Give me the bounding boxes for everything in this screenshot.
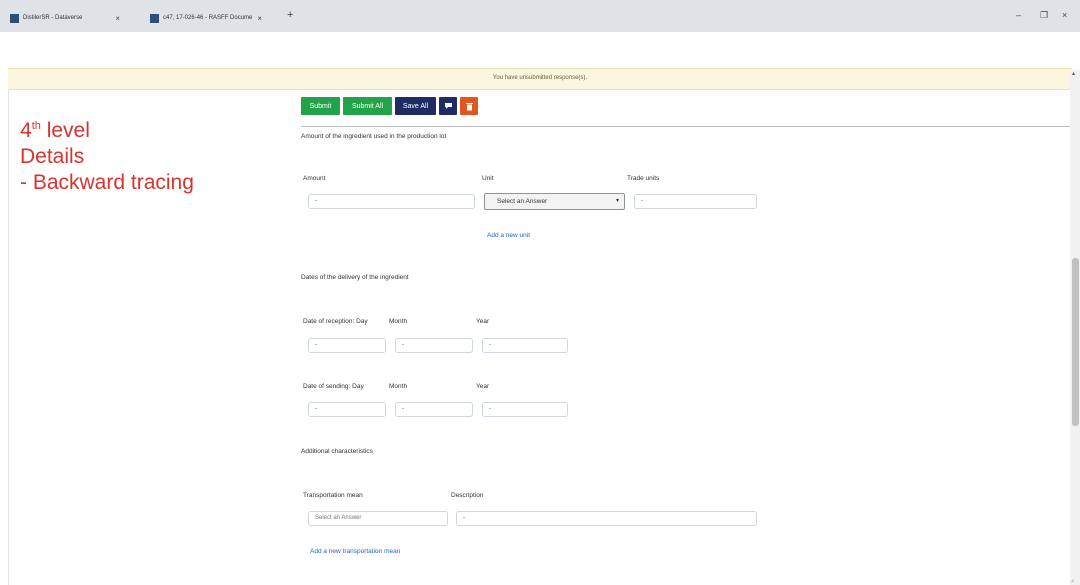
browser-tab-rasff[interactable]: c47, 17-026-46 - RASFF Docume × (150, 9, 262, 27)
sending-year-label: Year (476, 383, 490, 390)
scroll-up-icon[interactable]: ▴ (1072, 70, 1075, 77)
heading-line-2: Details (20, 145, 85, 168)
close-icon[interactable]: × (257, 14, 262, 23)
slide-heading: 4th level Details - Backward tracing (20, 118, 194, 196)
browser-tab-distillersr[interactable]: DistilerSR - Dataverse × (10, 9, 120, 27)
scrollbar-thumb[interactable] (1072, 258, 1079, 426)
tab-label: c47, 17-026-46 - RASFF Docume (163, 15, 253, 21)
add-transport-link[interactable]: Add a new transportation mean (310, 548, 400, 555)
comment-button[interactable] (439, 97, 457, 115)
additional-section-title: Additional characteristics (301, 448, 373, 455)
reception-day-input[interactable]: - (308, 338, 386, 353)
sending-year-input[interactable]: - (482, 402, 568, 417)
heading-line-3: - Backward tracing (20, 171, 194, 194)
sending-month-label: Month (389, 383, 408, 390)
reception-year-label: Year (476, 318, 490, 325)
amount-label: Amount (303, 175, 326, 182)
heading-line-1: 4th level (20, 119, 90, 142)
unsubmitted-banner: You have unsubmitted response(s). (8, 68, 1072, 90)
unit-select[interactable]: Select an Answer ▾ (484, 193, 625, 210)
new-tab-button[interactable]: + (287, 9, 293, 21)
form-toolbar: Submit Submit All Save All (301, 97, 478, 115)
browser-tab-bar: DistilerSR - Dataverse × c47, 17-026-46 … (0, 0, 1080, 32)
amount-section-title: Amount of the ingredient used in the pro… (301, 133, 447, 140)
sending-day-input[interactable]: - (308, 402, 386, 417)
left-divider (8, 89, 9, 585)
trade-units-label: Trade units (627, 175, 660, 182)
reception-year-input[interactable]: - (482, 338, 568, 353)
trash-icon (465, 102, 473, 110)
trade-units-input[interactable]: - (634, 194, 757, 209)
amount-input[interactable]: - (308, 194, 475, 209)
minimize-button[interactable]: – (1016, 10, 1021, 20)
reception-month-input[interactable]: - (395, 338, 473, 353)
submit-button[interactable]: Submit (301, 97, 340, 115)
unit-select-value: Select an Answer (497, 198, 548, 205)
delete-button[interactable] (460, 97, 478, 115)
tab-label: DistilerSR - Dataverse (23, 15, 83, 21)
transport-label: Transportation mean (303, 492, 363, 499)
reception-month-label: Month (389, 318, 408, 325)
comment-icon (444, 103, 452, 109)
close-icon[interactable]: × (115, 14, 120, 23)
submit-all-button[interactable]: Submit All (343, 97, 392, 115)
dates-section-title: Dates of the delivery of the ingredient (301, 274, 409, 281)
reception-day-label: Date of reception: Day (303, 318, 368, 325)
banner-text: You have unsubmitted response(s). (492, 75, 588, 81)
unit-label: Unit (482, 175, 494, 182)
save-all-button[interactable]: Save All (395, 97, 436, 115)
chevron-down-icon: ▾ (615, 198, 619, 204)
transport-select[interactable]: Select an Answer (308, 511, 448, 526)
tab-favicon-icon (10, 13, 19, 23)
sending-month-input[interactable]: - (395, 402, 473, 417)
description-input[interactable]: - (456, 511, 757, 526)
restore-button[interactable]: ❐ (1040, 10, 1048, 21)
sending-day-label: Date of sending: Day (303, 383, 364, 390)
resize-corner-icon: ⌟ (1071, 577, 1074, 583)
section-divider (301, 126, 1078, 127)
add-new-unit-link[interactable]: Add a new unit (487, 232, 530, 239)
close-window-button[interactable]: × (1062, 10, 1067, 20)
tab-favicon-icon (150, 13, 159, 23)
description-label: Description (451, 492, 484, 499)
